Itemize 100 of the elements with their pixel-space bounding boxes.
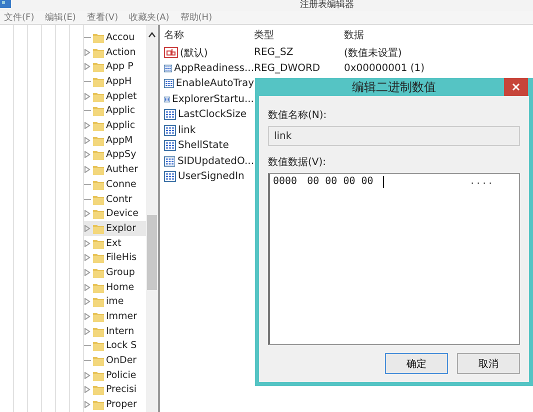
- tree-label: Explor: [106, 222, 136, 234]
- folder-icon: [93, 370, 104, 381]
- tree-item[interactable]: Group: [84, 265, 146, 280]
- menu-item[interactable]: 收藏夹(A): [129, 10, 170, 24]
- menu-item[interactable]: 编辑(E): [45, 10, 76, 24]
- folder-icon: [93, 46, 104, 58]
- folder-icon: [93, 149, 104, 160]
- folder-icon: [93, 164, 104, 176]
- tree-item[interactable]: Auther: [84, 162, 146, 177]
- value-data: 0x00000001 (1): [344, 62, 426, 74]
- tree-item[interactable]: Conne: [84, 177, 146, 192]
- tree-item[interactable]: Immer: [84, 309, 146, 324]
- tree-item[interactable]: Applet: [84, 88, 146, 104]
- tree-item[interactable]: Intern: [84, 324, 146, 339]
- folder-icon: [93, 238, 104, 249]
- tree-item[interactable]: Policie: [84, 368, 146, 383]
- tree-item[interactable]: ime: [84, 294, 146, 310]
- expand-arrow-icon[interactable]: [84, 240, 91, 247]
- folder-icon: [93, 134, 104, 146]
- tree-label: App P: [106, 61, 134, 72]
- expand-arrow-icon[interactable]: [84, 298, 91, 306]
- menu-item[interactable]: 帮助(H): [180, 10, 212, 24]
- expand-arrow-icon[interactable]: [84, 210, 91, 218]
- tree-item[interactable]: Proper: [84, 397, 146, 412]
- expand-arrow-icon[interactable]: [84, 401, 91, 408]
- tree-item[interactable]: Applic: [84, 118, 146, 133]
- tree-item[interactable]: Ext: [84, 236, 146, 250]
- expand-arrow-icon[interactable]: [84, 136, 91, 144]
- binary-value-icon: [164, 94, 170, 105]
- tree-item[interactable]: Applic: [84, 104, 146, 118]
- expand-arrow-icon[interactable]: [84, 313, 91, 320]
- ascii-text: ....: [469, 176, 494, 189]
- value-data: (数值未设置): [344, 46, 403, 60]
- expand-arrow-icon[interactable]: [84, 328, 91, 335]
- folder-icon: [93, 384, 104, 396]
- tree-item[interactable]: App P: [84, 60, 146, 74]
- menu-item[interactable]: 文件(F): [4, 10, 34, 24]
- binary-value-icon: [164, 109, 176, 120]
- expand-arrow-icon[interactable]: [84, 254, 91, 262]
- expand-arrow-icon[interactable]: [84, 386, 91, 394]
- tree-item[interactable]: Device: [84, 206, 146, 222]
- string-value-icon: [164, 47, 178, 58]
- folder-icon: [93, 282, 104, 293]
- column-header[interactable]: 名称: [164, 28, 254, 42]
- value-name: (默认): [180, 46, 208, 60]
- folder-icon: [93, 178, 104, 190]
- expand-arrow-icon[interactable]: [84, 63, 91, 70]
- folder-icon: [93, 266, 104, 278]
- expand-arrow-icon[interactable]: [84, 268, 91, 276]
- tree-item[interactable]: Precisi: [84, 382, 146, 398]
- tree-label: AppM: [106, 134, 133, 146]
- expand-arrow-icon[interactable]: [84, 224, 91, 232]
- tree-label: Lock S: [106, 340, 137, 352]
- tree-item[interactable]: Explor: [84, 221, 146, 236]
- tree-label: Accou: [106, 32, 135, 43]
- tree-label: Ext: [106, 238, 122, 249]
- tree-item[interactable]: Home: [84, 280, 146, 294]
- value-name: UserSignedIn: [178, 171, 244, 182]
- expand-arrow-icon[interactable]: [84, 151, 91, 158]
- tree-item[interactable]: AppH: [84, 74, 146, 89]
- tree-label: Applic: [106, 120, 136, 132]
- folder-icon: [93, 32, 104, 43]
- menu-item[interactable]: 查看(V): [86, 10, 118, 24]
- tree-item[interactable]: Action: [84, 44, 146, 60]
- column-header[interactable]: 数据: [344, 28, 533, 42]
- scrollbar[interactable]: [146, 25, 158, 412]
- expand-arrow-icon[interactable]: [84, 48, 91, 56]
- cancel-button[interactable]: 取消: [457, 353, 520, 374]
- expand-arrow-icon[interactable]: [84, 166, 91, 174]
- folder-icon: [93, 399, 104, 410]
- value-data-field[interactable]: 0000 00 00 00 00 ....: [268, 173, 520, 345]
- tree-item[interactable]: AppM: [84, 132, 146, 148]
- tree-label: Conne: [106, 178, 136, 190]
- expand-arrow-icon[interactable]: [84, 92, 91, 100]
- tree-item[interactable]: AppSy: [84, 148, 146, 162]
- scroll-up-icon[interactable]: [148, 32, 156, 38]
- close-button[interactable]: [504, 78, 528, 96]
- tree-item[interactable]: FileHis: [84, 250, 146, 266]
- text-cursor: [383, 176, 384, 188]
- tree-item[interactable]: Accou: [84, 30, 146, 45]
- binary-value-icon: [164, 140, 176, 152]
- scroll-thumb[interactable]: [147, 215, 157, 290]
- expand-arrow-icon[interactable]: [84, 372, 91, 379]
- expand-arrow-icon[interactable]: [84, 122, 91, 130]
- tree-item[interactable]: OnDer: [84, 353, 146, 368]
- tree-label: Home: [106, 282, 134, 293]
- ok-button[interactable]: 确定: [385, 353, 448, 374]
- folder-icon: [93, 340, 104, 352]
- tree-item[interactable]: Lock S: [84, 338, 146, 354]
- value-name: link: [178, 124, 196, 136]
- folder-icon: [93, 326, 104, 337]
- close-icon: [512, 83, 520, 91]
- tree-item[interactable]: Contr: [84, 192, 146, 206]
- tree-label: Device: [106, 208, 138, 220]
- expand-arrow-icon[interactable]: [84, 284, 91, 291]
- value-name-field[interactable]: link: [268, 126, 520, 146]
- tree-label: AppH: [106, 76, 132, 88]
- value-name: AppReadiness...: [174, 62, 254, 74]
- column-header[interactable]: 类型: [254, 28, 344, 42]
- tree-label: Policie: [106, 370, 136, 381]
